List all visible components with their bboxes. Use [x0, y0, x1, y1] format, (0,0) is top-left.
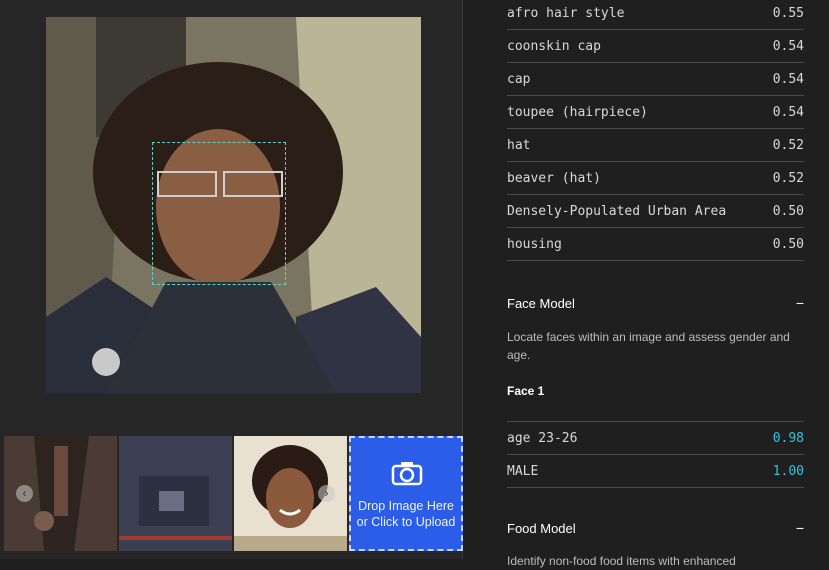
food-model-description: Identify non-food food items with enhanc…: [507, 554, 736, 568]
tag-row: cap 0.54: [507, 63, 804, 96]
upload-text-line2: or Click to Upload: [356, 515, 456, 529]
tag-score: 0.54: [772, 104, 804, 120]
chevron-left-icon[interactable]: ‹: [16, 485, 33, 502]
food-model-header[interactable]: Food Model −: [507, 520, 804, 536]
tag-score: 0.54: [772, 71, 804, 87]
tag-label: housing: [507, 236, 562, 252]
tag-row: hat 0.52: [507, 129, 804, 162]
face-result-score: 0.98: [772, 430, 804, 446]
upload-text-line1: Drop Image Here: [358, 499, 454, 513]
tag-label: hat: [507, 137, 531, 153]
sample-thumbnail-circuit[interactable]: [119, 436, 232, 551]
face-result-label: age 23-26: [507, 430, 578, 446]
tag-score: 0.52: [772, 137, 804, 153]
face-bounding-box: [152, 142, 286, 285]
tag-row: afro hair style 0.55: [507, 0, 804, 30]
sample-image-strip: Drop Image Here or Click to Upload ‹ ›: [4, 436, 463, 551]
tag-list: afro hair style 0.55 coonskin cap 0.54 cap…: [507, 0, 804, 261]
tag-score: 0.50: [772, 203, 804, 219]
collapse-icon[interactable]: −: [796, 520, 804, 536]
face-model-title: Face Model: [507, 295, 575, 311]
tag-score: 0.54: [772, 38, 804, 54]
face-result-row: age 23-26 0.98: [507, 422, 804, 455]
face-result-score: 1.00: [772, 463, 804, 479]
face-model-header[interactable]: Face Model −: [507, 295, 804, 311]
image-panel: Drop Image Here or Click to Upload ‹ ›: [0, 0, 463, 559]
face-model-description: Locate faces within an image and assess …: [507, 330, 790, 362]
face-result-label: MALE: [507, 463, 539, 479]
camera-icon: [391, 462, 423, 486]
tag-row: beaver (hat) 0.52: [507, 162, 804, 195]
collapse-icon[interactable]: −: [796, 295, 804, 311]
face-results: age 23-26 0.98 MALE 1.00: [507, 421, 804, 488]
chevron-right-icon[interactable]: ›: [318, 485, 335, 502]
face-label: Face 1: [507, 384, 545, 398]
tag-label: afro hair style: [507, 5, 625, 21]
tag-row: Densely-Populated Urban Area 0.50: [507, 195, 804, 228]
results-panel: afro hair style 0.55 coonskin cap 0.54 cap…: [463, 0, 829, 568]
main-photo: [46, 17, 421, 393]
tag-row: coonskin cap 0.54: [507, 30, 804, 63]
tag-label: cap: [507, 71, 531, 87]
tag-score: 0.52: [772, 170, 804, 186]
tag-label: beaver (hat): [507, 170, 601, 186]
tag-label: toupee (hairpiece): [507, 104, 648, 120]
tag-score: 0.50: [772, 236, 804, 252]
tag-label: Densely-Populated Urban Area: [507, 203, 727, 219]
tag-row: toupee (hairpiece) 0.54: [507, 96, 804, 129]
face-result-row: MALE 1.00: [507, 455, 804, 488]
tag-score: 0.55: [772, 5, 804, 21]
upload-dropzone[interactable]: Drop Image Here or Click to Upload: [349, 436, 463, 551]
food-model-title: Food Model: [507, 520, 576, 536]
tag-row: housing 0.50: [507, 228, 804, 261]
tag-label: coonskin cap: [507, 38, 601, 54]
